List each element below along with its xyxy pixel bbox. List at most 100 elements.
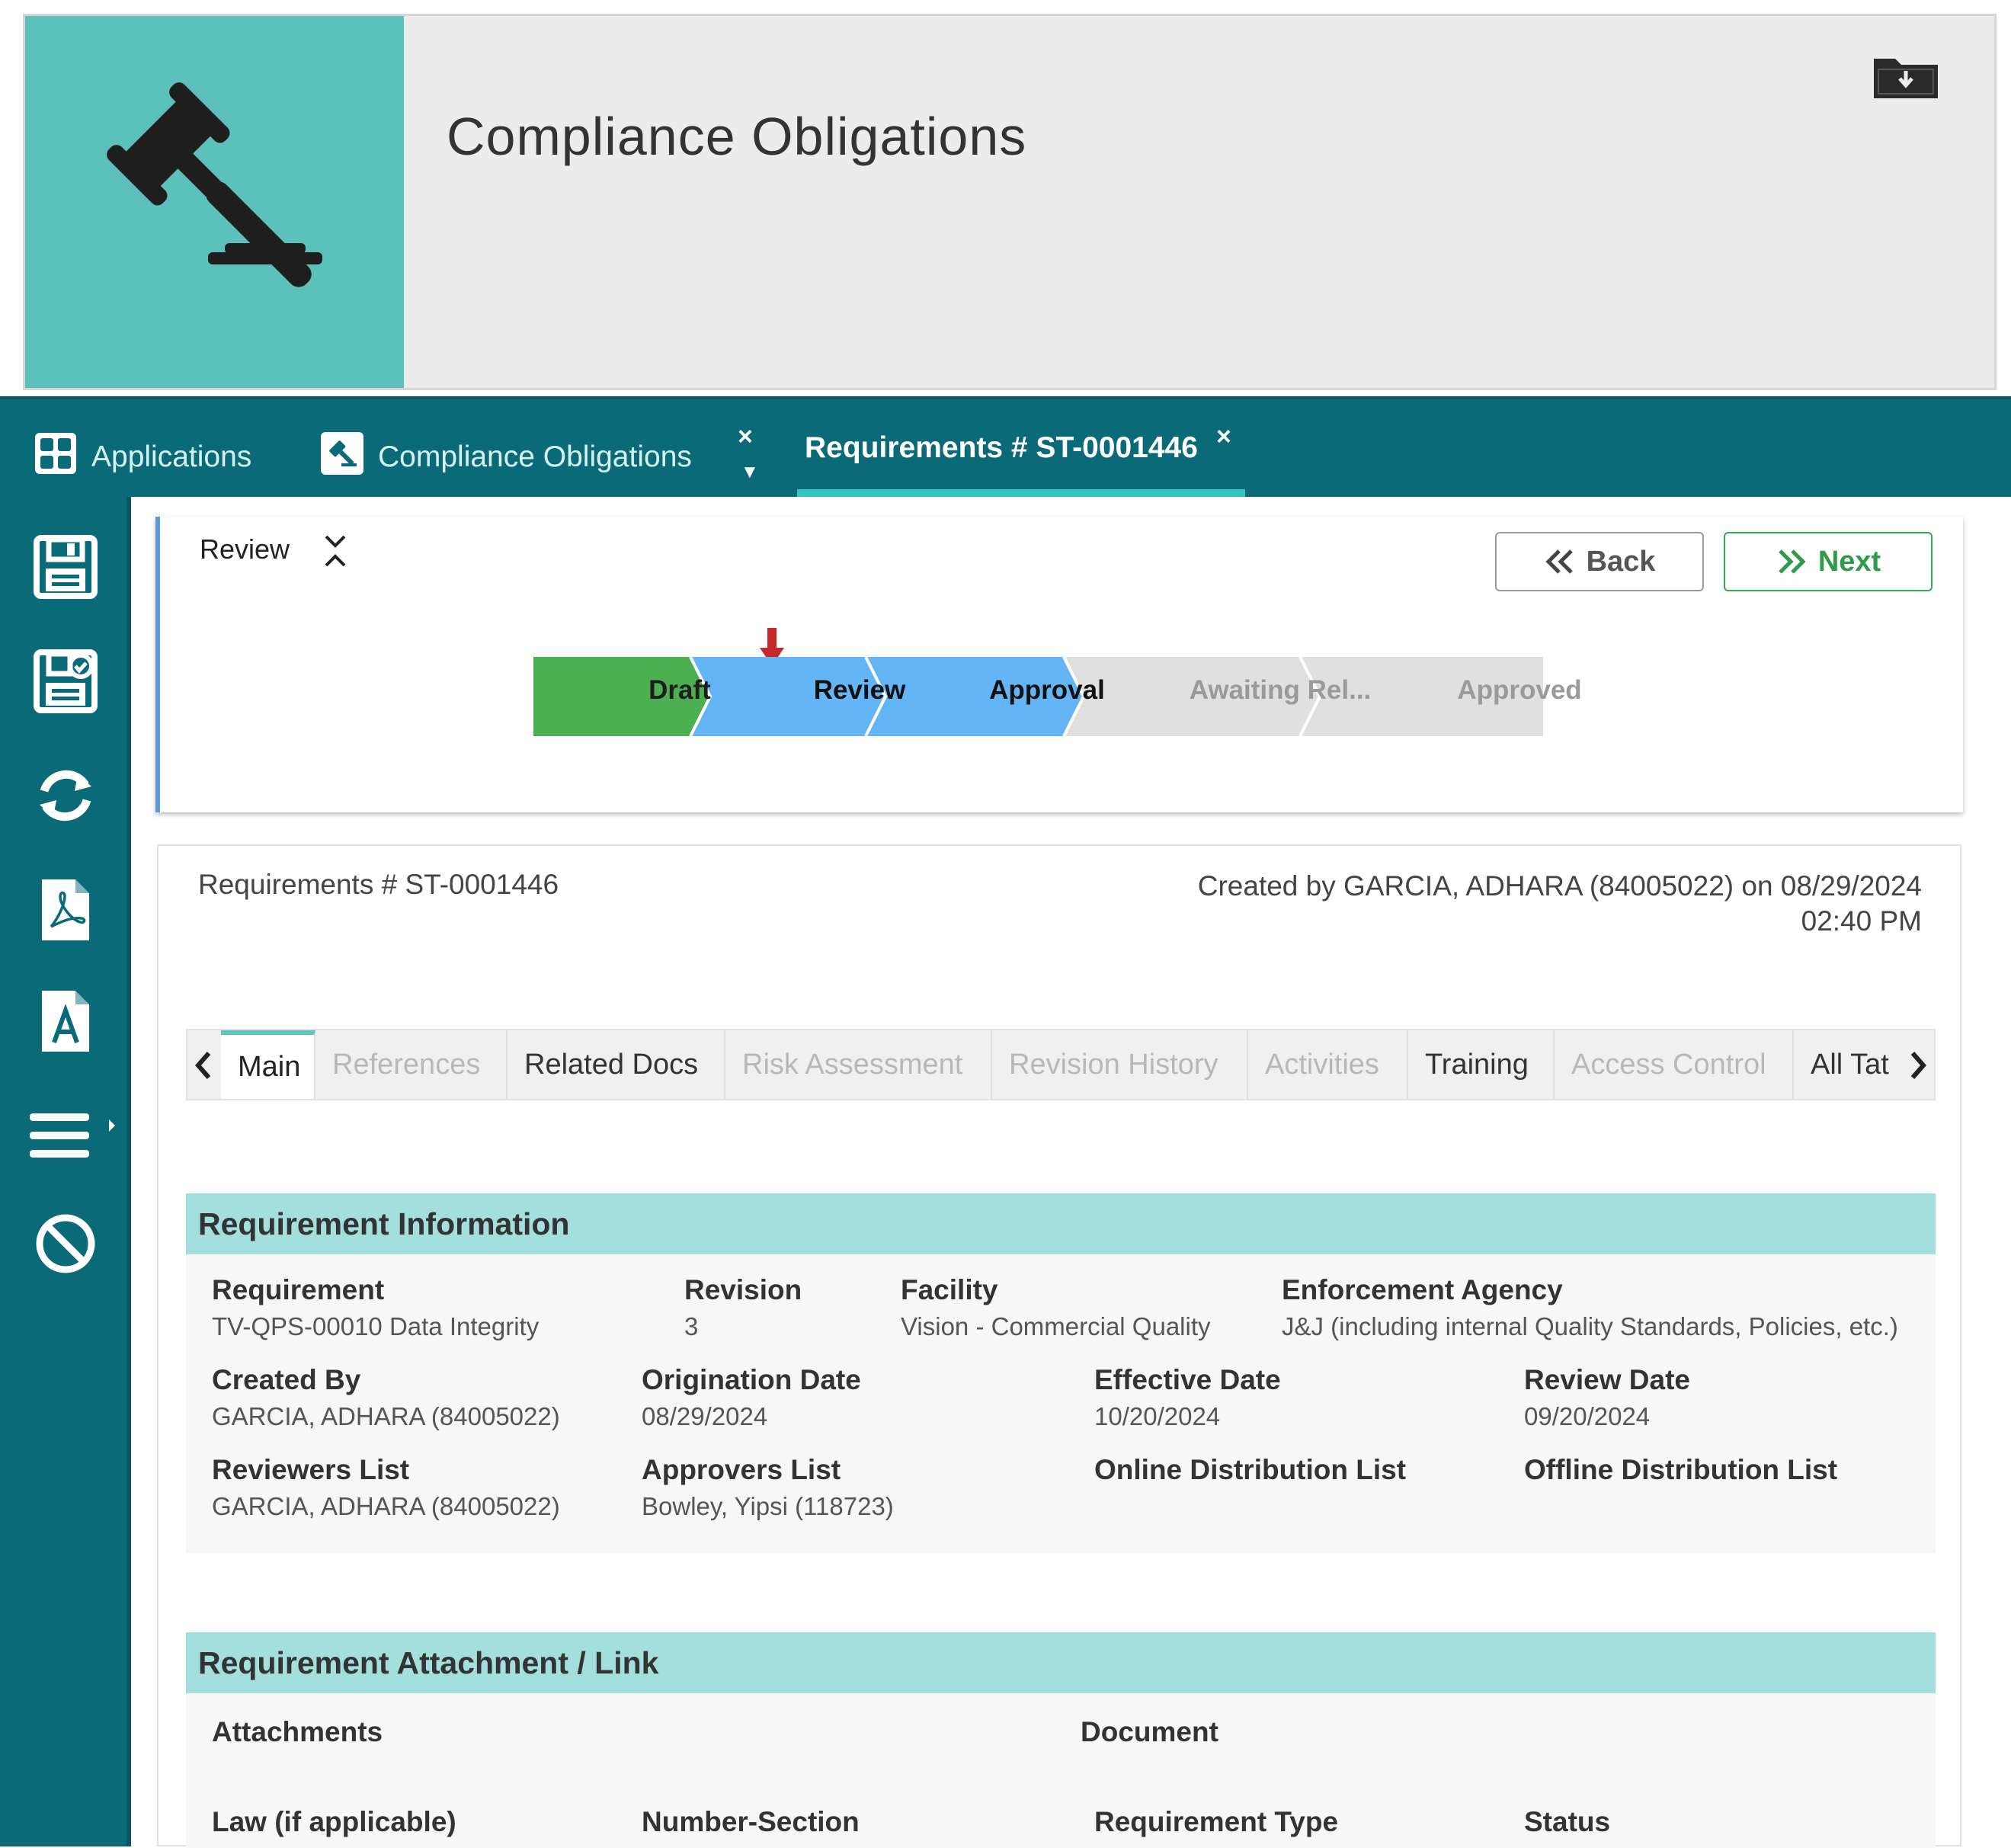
chevron-down-icon[interactable]: ▼ (741, 462, 759, 483)
created-time: 02:40 PM (1801, 905, 1922, 937)
approvers-list-value: Bowley, Yipsi (118723) (642, 1492, 894, 1520)
save-and-check-icon[interactable] (29, 645, 102, 718)
action-toolbar (0, 497, 131, 1846)
pdf-icon[interactable] (29, 873, 102, 946)
tab-main[interactable]: Main (221, 1030, 315, 1099)
effective-date-value: 10/20/2024 (1094, 1402, 1221, 1430)
created-by-value: GARCIA, ADHARA (84005022) (212, 1402, 560, 1430)
tab-access-control[interactable]: Access Control (1555, 1030, 1794, 1099)
requirement-value: TV-QPS-00010 Data Integrity (212, 1312, 540, 1340)
number-section-label: Number-Section (642, 1806, 860, 1837)
back-button[interactable]: Back (1495, 532, 1704, 591)
field-review-date: Review Date 09/20/2024 (1524, 1364, 1690, 1431)
save-icon[interactable] (29, 530, 102, 604)
double-chevron-left-icon (1545, 549, 1573, 574)
field-requirement-type: Requirement Type (1094, 1806, 1338, 1838)
field-offline-distribution-list: Offline Distribution List (1524, 1454, 1837, 1486)
record-detail-card: Requirements # ST-0001446 Created by GAR… (157, 844, 1961, 1848)
chevron-right-icon[interactable] (1907, 1050, 1929, 1081)
tab-all-tabs[interactable]: All Tat (1794, 1030, 1908, 1099)
created-by-info: Created by GARCIA, ADHARA (84005022) on … (1198, 869, 1922, 939)
next-button-label: Next (1817, 545, 1881, 578)
refresh-icon[interactable] (29, 759, 102, 832)
status-label: Status (1524, 1806, 1611, 1837)
field-law: Law (if applicable) (212, 1806, 456, 1838)
folder-download-icon[interactable] (1871, 53, 1941, 105)
online-distribution-label: Online Distribution List (1094, 1454, 1407, 1485)
nav-applications[interactable]: Applications (34, 431, 251, 483)
cancel-icon[interactable] (29, 1207, 102, 1280)
field-approvers-list: Approvers List Bowley, Yipsi (118723) (642, 1454, 894, 1521)
tab-requirement-label: Requirements # ST-0001446 (805, 431, 1198, 464)
field-enforcement-agency: Enforcement Agency J&J (including intern… (1282, 1274, 1898, 1341)
requirement-type-label: Requirement Type (1094, 1806, 1339, 1837)
document-a-icon[interactable] (29, 985, 102, 1058)
agency-value: J&J (including internal Quality Standard… (1282, 1312, 1898, 1340)
double-chevron-right-icon (1779, 549, 1806, 574)
field-attachments: Attachments (212, 1716, 383, 1748)
requirement-label: Requirement (212, 1274, 385, 1305)
collapse-toggle-icon[interactable] (323, 533, 347, 572)
menu-icon[interactable] (24, 1099, 123, 1172)
field-created-by: Created By GARCIA, ADHARA (84005022) (212, 1364, 560, 1431)
step-approved-label: Approved (1457, 675, 1582, 705)
tab-references[interactable]: References (315, 1030, 508, 1099)
tab-activities[interactable]: Activities (1248, 1030, 1408, 1099)
field-facility: Facility Vision - Commercial Quality (901, 1274, 1211, 1341)
review-date-label: Review Date (1524, 1364, 1690, 1395)
applications-grid-icon (34, 431, 78, 483)
tab-training[interactable]: Training (1408, 1030, 1555, 1099)
facility-value: Vision - Commercial Quality (901, 1312, 1211, 1340)
created-by-label: Created By (212, 1364, 361, 1395)
document-label: Document (1081, 1716, 1218, 1747)
field-document: Document (1081, 1716, 1218, 1748)
tab-compliance-label: Compliance Obligations (378, 440, 692, 473)
close-icon[interactable]: × (1216, 422, 1231, 452)
field-effective-date: Effective Date 10/20/2024 (1094, 1364, 1281, 1431)
origination-date-value: 08/29/2024 (642, 1402, 768, 1430)
step-draft-label: Draft (648, 675, 711, 705)
reviewers-list-label: Reviewers List (212, 1454, 410, 1485)
field-online-distribution-list: Online Distribution List (1094, 1454, 1406, 1486)
requirement-attachment-body: Attachments Document Law (if applicable)… (186, 1693, 1936, 1848)
origination-date-label: Origination Date (642, 1364, 861, 1395)
approvers-list-label: Approvers List (642, 1454, 841, 1485)
step-approval-label: Approval (989, 675, 1105, 705)
field-number-section: Number-Section (642, 1806, 860, 1838)
section-requirement-attachment: Requirement Attachment / Link (186, 1632, 1936, 1693)
workflow-stage-label: Review (200, 533, 290, 565)
field-revision: Revision 3 (684, 1274, 802, 1341)
requirement-information-body: Requirement TV-QPS-00010 Data Integrity … (186, 1254, 1936, 1553)
law-label: Law (if applicable) (212, 1806, 456, 1837)
effective-date-label: Effective Date (1094, 1364, 1281, 1395)
back-button-label: Back (1586, 545, 1656, 578)
tab-revision-history[interactable]: Revision History (992, 1030, 1248, 1099)
agency-label: Enforcement Agency (1282, 1274, 1563, 1305)
review-date-value: 09/20/2024 (1524, 1402, 1651, 1430)
record-id: Requirements # ST-0001446 (198, 869, 559, 900)
field-requirement: Requirement TV-QPS-00010 Data Integrity (212, 1274, 539, 1341)
tab-risk-assessment[interactable]: Risk Assessment (725, 1030, 992, 1099)
tab-related-docs[interactable]: Related Docs (508, 1030, 725, 1099)
revision-label: Revision (684, 1274, 802, 1305)
tab-compliance-obligations[interactable]: Compliance Obligations (320, 431, 692, 483)
record-tabs: Main References Related Docs Risk Assess… (186, 1029, 1936, 1100)
chevron-left-icon[interactable] (192, 1050, 215, 1081)
tab-requirement-record[interactable]: Requirements # ST-0001446 (805, 431, 1198, 465)
gavel-icon (107, 82, 322, 287)
nav-applications-label: Applications (91, 440, 252, 473)
active-tab-indicator (797, 489, 1245, 497)
field-reviewers-list: Reviewers List GARCIA, ADHARA (84005022) (212, 1454, 560, 1521)
attachments-label: Attachments (212, 1716, 383, 1747)
gavel-small-icon (320, 431, 364, 483)
field-status: Status (1524, 1806, 1610, 1838)
app-banner: Compliance Obligations (23, 14, 1997, 390)
facility-label: Facility (901, 1274, 998, 1305)
field-origination-date: Origination Date 08/29/2024 (642, 1364, 861, 1431)
workflow-panel: Review Back Next Draft Review Approval A… (155, 517, 1963, 812)
step-awaiting-label: Awaiting Rel... (1189, 675, 1372, 705)
next-button[interactable]: Next (1724, 532, 1933, 591)
created-by-line: Created by GARCIA, ADHARA (84005022) on … (1197, 870, 1922, 902)
revision-value: 3 (684, 1312, 699, 1340)
close-icon[interactable]: × (738, 422, 753, 452)
